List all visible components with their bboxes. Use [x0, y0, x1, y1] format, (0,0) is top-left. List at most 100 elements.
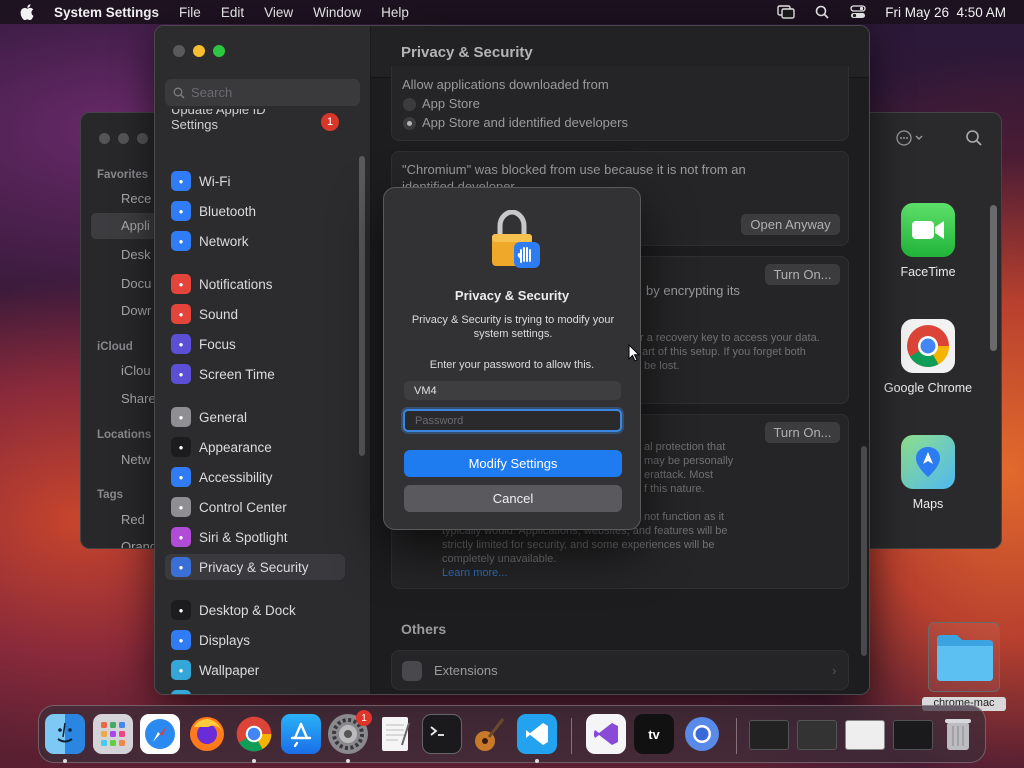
app-tile-maps[interactable]: Maps: [863, 435, 993, 511]
app-tile-google-chrome[interactable]: Google Chrome: [863, 319, 993, 395]
dock-firefox[interactable]: [187, 714, 227, 754]
sidebar-item-control-center[interactable]: ● Control Center: [165, 494, 345, 520]
sidebar-item-network[interactable]: ● Network: [165, 228, 345, 254]
spotlight-search-icon[interactable]: [813, 4, 831, 20]
sidebar-item-appearance[interactable]: ● Appearance: [165, 434, 345, 460]
app-tile-facetime[interactable]: FaceTime: [863, 203, 993, 279]
username-field[interactable]: [404, 381, 621, 400]
dock-minimized-window[interactable]: [893, 720, 933, 750]
finder-favorites-header: Favorites: [97, 169, 149, 181]
sidebar-item-label: Appearance: [199, 439, 272, 455]
trash-icon: [945, 719, 971, 750]
finder-sidebar-item[interactable]: Rece: [121, 191, 151, 206]
sidebar-item-screen-saver[interactable]: ● Screen Saver: [165, 687, 345, 694]
modify-settings-button[interactable]: Modify Settings: [404, 450, 622, 477]
dock-separator: [571, 718, 572, 754]
finder-sidebar-item[interactable]: Netw: [121, 452, 151, 467]
appearance-icon: ●: [171, 437, 191, 457]
dock-instruments[interactable]: [469, 714, 509, 754]
finder-search-icon[interactable]: [965, 129, 983, 152]
sidebar-item-sound[interactable]: ● Sound: [165, 301, 345, 327]
sidebar-item-bluetooth[interactable]: ● Bluetooth: [165, 198, 345, 224]
finder-app-grid: FaceTime Google Chrome Maps: [863, 168, 993, 548]
control-center-icon[interactable]: [849, 4, 867, 20]
sidebar-item-focus[interactable]: ● Focus: [165, 331, 345, 357]
sidebar-item-label: Sound: [199, 306, 239, 322]
control-center-icon: ●: [171, 497, 191, 517]
menu-file[interactable]: File: [179, 5, 201, 20]
menu-help[interactable]: Help: [381, 5, 409, 20]
app-tile-label: Google Chrome: [883, 381, 973, 395]
finder-sidebar-item[interactable]: Desk: [121, 247, 151, 262]
sidebar-item-screen-time[interactable]: ● Screen Time: [165, 361, 345, 387]
sidebar-item-accessibility[interactable]: ● Accessibility: [165, 464, 345, 490]
sidebar-item-siri-spotlight[interactable]: ● Siri & Spotlight: [165, 524, 345, 550]
sidebar-item-notifications[interactable]: ● Notifications: [165, 271, 345, 297]
dock-separator: [736, 718, 737, 754]
app-tile-label: Maps: [912, 497, 944, 511]
hourglass-icon: ●: [171, 364, 191, 384]
finder-sidebar-item[interactable]: Dowr: [121, 303, 151, 318]
search-input[interactable]: [191, 85, 351, 100]
dock-apple-tv[interactable]: tv: [634, 714, 674, 754]
apple-menu-icon[interactable]: [18, 3, 36, 21]
sidebar-item-privacy-security[interactable]: ● Privacy & Security: [165, 554, 345, 580]
finder-sidebar-item[interactable]: Share: [121, 391, 156, 406]
window-traffic-lights: [173, 45, 225, 57]
cancel-button[interactable]: Cancel: [404, 485, 622, 512]
dock-terminal[interactable]: [422, 714, 462, 754]
dock: 1 tv: [38, 705, 986, 763]
close-button[interactable]: [173, 45, 185, 57]
zoom-button[interactable]: [213, 45, 225, 57]
vscode-icon: [526, 723, 548, 745]
finder-sidebar-item[interactable]: Docu: [121, 276, 151, 291]
menu-view[interactable]: View: [264, 5, 293, 20]
gear-icon: ●: [171, 407, 191, 427]
terminal-icon: [430, 726, 444, 736]
menu-app-name[interactable]: System Settings: [54, 5, 159, 20]
dock-minimized-window[interactable]: [797, 720, 837, 750]
menubar-clock[interactable]: Fri May 26 4:50 AM: [885, 5, 1006, 20]
finder-tag-orange[interactable]: Orang: [121, 539, 157, 548]
sidebar-item-wallpaper[interactable]: ● Wallpaper: [165, 657, 345, 683]
dock-trash[interactable]: [938, 714, 978, 754]
wifi-icon: ●: [171, 171, 191, 191]
dock-textedit[interactable]: [375, 714, 415, 754]
dock-safari[interactable]: [140, 714, 180, 754]
finder-scrollbar[interactable]: [990, 205, 997, 351]
sidebar-item-desktop-dock[interactable]: ● Desktop & Dock: [165, 597, 345, 623]
dock-chromium[interactable]: [682, 714, 722, 754]
password-field[interactable]: [403, 409, 622, 432]
sidebar-item-wi-fi[interactable]: ● Wi-Fi: [165, 168, 345, 194]
accessibility-icon: ●: [171, 467, 191, 487]
dock-minimized-window[interactable]: [845, 720, 885, 750]
app-tile-label: FaceTime: [900, 265, 956, 279]
finder-tag-red[interactable]: Red: [121, 512, 145, 527]
guitar-icon: [475, 718, 505, 751]
minimize-button[interactable]: [193, 45, 205, 57]
finder-traffic-lights: [99, 133, 148, 144]
dock-vscode[interactable]: [517, 714, 557, 754]
dock-google-chrome[interactable]: [234, 714, 274, 754]
desktop-folder[interactable]: [928, 622, 1000, 692]
dock-launchpad[interactable]: [93, 714, 133, 754]
sidebar-item-displays[interactable]: ● Displays: [165, 627, 345, 653]
dock-app-store[interactable]: [281, 714, 321, 754]
textedit-icon: [382, 717, 410, 751]
moon-icon: ●: [171, 334, 191, 354]
menu-edit[interactable]: Edit: [221, 5, 244, 20]
lock-icon: [488, 209, 544, 268]
dock-minimized-window[interactable]: [749, 720, 789, 750]
dock-visual-studio[interactable]: [586, 714, 626, 754]
more-actions-icon[interactable]: [895, 129, 925, 152]
sidebar-scrollbar[interactable]: [359, 156, 365, 456]
update-apple-id-label: Update Apple ID Settings: [171, 109, 266, 132]
finder-sidebar-item[interactable]: iClou: [121, 363, 151, 378]
sidebar-item-general[interactable]: ● General: [165, 404, 345, 430]
dock-finder[interactable]: [45, 714, 85, 754]
screen-mirroring-icon[interactable]: [777, 4, 795, 20]
settings-search[interactable]: [165, 79, 360, 106]
finder-sidebar-item-applications[interactable]: Appli: [91, 213, 161, 239]
menu-window[interactable]: Window: [313, 5, 361, 20]
firefox-icon: [190, 717, 224, 751]
